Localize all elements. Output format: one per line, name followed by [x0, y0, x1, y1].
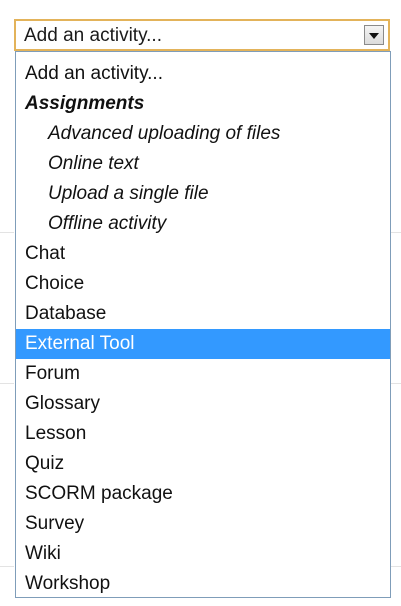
- dropdown-option[interactable]: Glossary: [16, 389, 390, 419]
- background-divider: [0, 232, 14, 233]
- dropdown-option[interactable]: Add an activity...: [16, 59, 390, 89]
- dropdown-option[interactable]: Lesson: [16, 419, 390, 449]
- background-divider: [0, 566, 14, 567]
- activity-dropdown-list[interactable]: Add an activity... Assignments Advanced up…: [15, 51, 391, 598]
- dropdown-option[interactable]: Quiz: [16, 449, 390, 479]
- background-divider: [391, 566, 401, 567]
- activity-select[interactable]: Add an activity...: [14, 19, 390, 51]
- background-divider: [391, 383, 401, 384]
- dropdown-button[interactable]: [364, 25, 384, 45]
- dropdown-option[interactable]: Database: [16, 299, 390, 329]
- dropdown-option[interactable]: Choice: [16, 269, 390, 299]
- page: Add an activity... Add an activity... Ass…: [0, 0, 401, 606]
- dropdown-option[interactable]: Chat: [16, 239, 390, 269]
- activity-select-value: Add an activity...: [24, 25, 162, 46]
- dropdown-option[interactable]: Forum: [16, 359, 390, 389]
- dropdown-option[interactable]: Upload a single file: [16, 179, 390, 209]
- dropdown-option[interactable]: SCORM package: [16, 479, 390, 509]
- dropdown-option[interactable]: Survey: [16, 509, 390, 539]
- dropdown-option[interactable]: Advanced uploading of files: [16, 119, 390, 149]
- dropdown-option[interactable]: External Tool: [16, 329, 390, 359]
- dropdown-option[interactable]: Workshop: [16, 569, 390, 599]
- option-group-label: Assignments: [25, 93, 145, 114]
- dropdown-option[interactable]: Online text: [16, 149, 390, 179]
- dropdown-option[interactable]: Wiki: [16, 539, 390, 569]
- background-divider: [0, 383, 14, 384]
- dropdown-option[interactable]: Offline activity: [16, 209, 390, 239]
- background-divider: [391, 232, 401, 233]
- chevron-down-icon: [369, 33, 379, 39]
